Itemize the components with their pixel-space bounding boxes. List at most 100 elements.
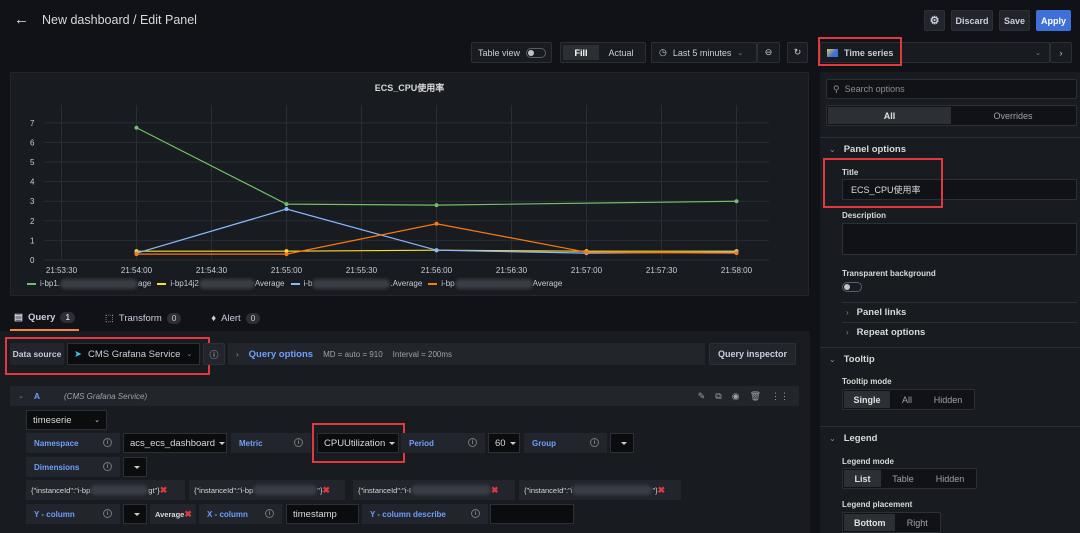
legend-mode-radio: List Table Hidden [842,468,977,489]
table-view-toggle[interactable]: Table view [471,42,552,63]
data-point [284,252,289,257]
dimension-text: {"instanceId":"i [524,485,573,495]
info-icon[interactable]: i [590,438,599,447]
toggle-switch[interactable] [526,47,547,58]
dimension-chip[interactable]: {"instanceId":"i "} ✖ [519,480,681,500]
discard-button[interactable]: Discard [951,10,993,31]
y-column-chip[interactable]: Average ✖ [150,504,196,524]
legend-list[interactable]: List [844,470,881,487]
remove-icon[interactable]: ✖ [322,485,330,496]
remove-icon[interactable]: ✖ [184,509,192,520]
namespace-select[interactable]: acs_ecs_dashboard [123,433,227,453]
panel-links-header[interactable]: › Panel links [846,307,906,318]
y-column-select[interactable] [123,504,147,524]
query-row-header[interactable]: ⌄ A (CMS Grafana Service) ✎ ⧉ ◉ 🗑 ⋮⋮ [10,386,799,406]
eye-icon[interactable]: ◉ [732,391,740,402]
legend-header[interactable]: ⌄ Legend [829,433,877,444]
bell-icon: ♦ [211,313,217,324]
datasource-label: Data source [10,343,64,365]
page-title: New dashboard / Edit Panel [42,13,197,27]
remove-icon[interactable]: ✖ [160,485,168,496]
dimensions-select[interactable] [123,457,147,477]
placement-right[interactable]: Right [895,514,939,531]
datasource-select[interactable]: ➤ CMS Grafana Service ⌄ [67,343,200,365]
dimension-chip[interactable]: {"instanceId":"i-bp gt"} ✖ [26,480,185,500]
edit-icon[interactable]: ✎ [698,391,706,402]
query-options-link[interactable]: Query options [249,349,313,360]
info-icon[interactable]: i [103,509,112,518]
actual-option[interactable]: Actual [599,45,643,60]
remove-icon[interactable]: ✖ [658,485,666,496]
query-inspector-button[interactable]: Query inspector [709,343,796,365]
gear-icon: ⚙ [929,15,940,27]
query-type-select[interactable]: timeserie ⌄ [26,410,107,430]
info-icon[interactable]: i [471,509,480,518]
collapse-options-button[interactable]: › [1050,42,1072,63]
dimension-chip[interactable]: {"instanceId":"i-bp "} ✖ [189,480,345,500]
tab-transform[interactable]: ⬚ Transform 0 [101,308,185,331]
data-point [134,125,139,130]
info-icon[interactable]: i [103,438,112,447]
tab-all[interactable]: All [828,107,951,124]
chevron-down-icon[interactable]: ⌄ [18,392,24,400]
query-ref-id[interactable]: A [34,391,40,401]
period-value: 60 [495,437,506,449]
fill-option[interactable]: Fill [563,45,599,60]
title-input[interactable]: ECS_CPU使用率 [842,179,1077,200]
tab-alert[interactable]: ♦ Alert 0 [207,308,264,331]
drag-handle-icon[interactable]: ⋮⋮ [771,391,789,402]
dimension-chip[interactable]: {"instanceId":"i-I ✖ [353,480,515,500]
repeat-options-header[interactable]: › Repeat options [846,327,925,338]
info-icon[interactable]: i [103,462,112,471]
group-select[interactable] [610,433,634,453]
legend-hidden[interactable]: Hidden [925,470,975,487]
panel-options-header[interactable]: ⌄ Panel options [829,144,906,155]
search-options-input[interactable]: ⚲ Search options [826,79,1077,99]
tooltip-header[interactable]: ⌄ Tooltip [829,354,875,365]
tab-overrides[interactable]: Overrides [951,107,1075,124]
info-icon[interactable]: i [265,509,274,518]
time-range-picker[interactable]: ◷ Last 5 minutes ⌄ [651,42,757,63]
y-describe-input[interactable] [490,504,574,524]
description-textarea[interactable] [842,223,1077,255]
x-tick-label: 21:55:30 [346,266,378,275]
legend-item[interactable]: i-bp14j2 Average [157,279,285,289]
zoom-out-button[interactable]: ⊖ [757,42,780,63]
metric-select[interactable]: CPUUtilization [317,433,399,453]
dimension-text: gt"} [148,485,160,495]
datasource-help-button[interactable]: ⓘ [203,343,225,365]
placement-bottom[interactable]: Bottom [844,514,896,531]
tooltip-all[interactable]: All [890,391,924,408]
y-tick-label: 6 [30,138,35,147]
chevron-down-icon: ⌄ [737,49,744,57]
refresh-button[interactable]: ↻ [787,42,808,63]
legend-item[interactable]: i-b .Average [290,279,422,289]
legend-swatch [428,283,438,285]
tooltip-single[interactable]: Single [844,391,890,408]
label-text: Y - column describe [370,509,446,519]
query-options-row[interactable]: › Query options MD = auto = 910 Interval… [228,343,705,365]
x-column-input[interactable]: timestamp [286,504,359,524]
tooltip-hidden[interactable]: Hidden [924,391,972,408]
legend-item[interactable]: i-bp Average [428,279,562,289]
group-label: Group i [524,433,607,453]
period-select[interactable]: 60 [488,433,520,453]
chart: 0 1 2 3 4 5 6 7 21:53:30 21:54:00 21:54:30 21:55:00… [30,105,769,275]
settings-button[interactable]: ⚙ [924,10,945,31]
chevron-down-icon: ⌄ [829,355,836,364]
legend-item[interactable]: i-bp1. age [27,279,151,289]
tab-query[interactable]: ▤ Query 1 [10,308,79,331]
legend-table[interactable]: Table [881,470,925,487]
transparent-toggle[interactable] [842,282,862,292]
trash-icon[interactable]: 🗑 [750,391,761,402]
duplicate-icon[interactable]: ⧉ [715,391,721,402]
save-button[interactable]: Save [999,10,1030,31]
description-label: Description [842,211,887,220]
visualization-picker[interactable]: Time series ⌄ [820,42,1050,63]
info-icon[interactable]: i [468,438,477,447]
remove-icon[interactable]: ✖ [491,485,499,496]
search-placeholder: Search options [844,84,905,94]
apply-button[interactable]: Apply [1036,10,1071,31]
info-icon[interactable]: i [294,438,303,447]
back-arrow-icon[interactable]: ← [14,11,29,28]
